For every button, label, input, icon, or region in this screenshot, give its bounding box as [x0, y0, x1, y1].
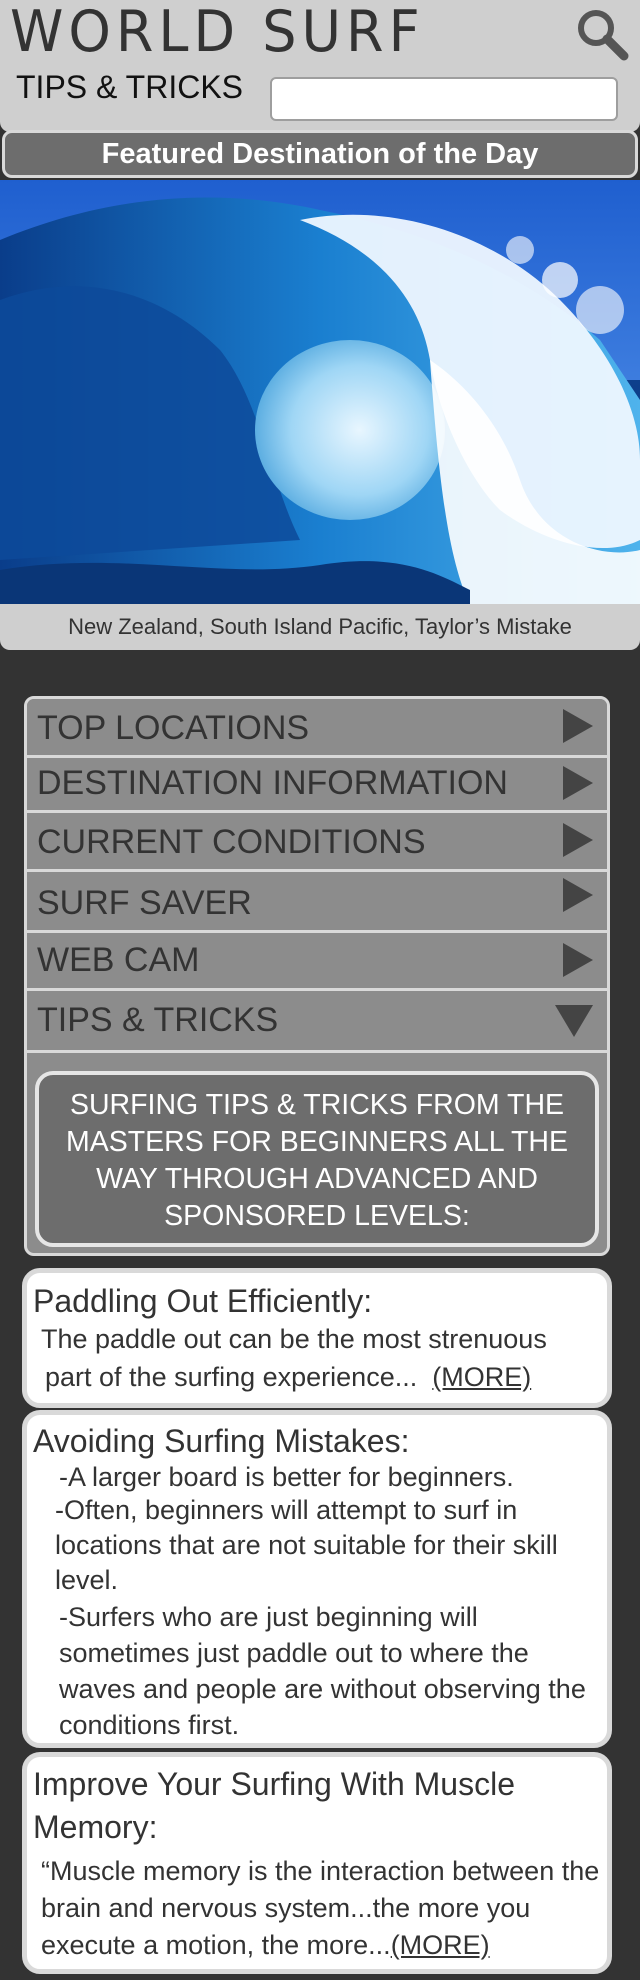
menu-item-surf-saver[interactable]: SURF SAVER — [27, 872, 607, 933]
arrow-right-icon — [563, 766, 593, 800]
tip-card-text: -Often, beginners will attempt to surf i… — [55, 1495, 558, 1595]
search-input[interactable] — [270, 77, 618, 121]
menu-item-label: DESTINATION INFORMATION — [37, 764, 508, 802]
tip-card-title: Avoiding Surfing Mistakes: — [33, 1423, 410, 1459]
site-title: WORLD SURF — [10, 0, 425, 65]
arrow-right-icon — [563, 709, 593, 743]
arrow-down-icon — [555, 1005, 593, 1037]
menu-item-web-cam[interactable]: WEB CAM — [27, 933, 607, 991]
menu-item-label: TOP LOCATIONS — [37, 709, 310, 747]
menu-item-tips-tricks[interactable]: TIPS & TRICKS — [27, 991, 607, 1053]
menu-item-label: CURRENT CONDITIONS — [37, 823, 426, 861]
navigation-menu: TOP LOCATIONS DESTINATION INFORMATION CU… — [24, 696, 610, 1256]
tip-card-text-line2: part of the surfing experience... (MORE) — [45, 1359, 531, 1396]
tip-card-paddling: Paddling Out Efficiently: The paddle out… — [22, 1268, 612, 1408]
featured-caption: New Zealand, South Island Pacific, Taylo… — [0, 604, 640, 650]
menu-item-current-conditions[interactable]: CURRENT CONDITIONS — [27, 813, 607, 872]
more-link[interactable]: (MORE) — [432, 1362, 531, 1392]
tip-card-text: The paddle out can be the most strenuous — [41, 1324, 547, 1354]
tip-card-text-block: “Muscle memory is the interaction betwee… — [41, 1853, 611, 1964]
ocean-wave-image — [0, 180, 640, 606]
tip-card-title: Improve Your Surfing With Muscle Memory: — [33, 1766, 515, 1845]
tip-card-text: -A larger board is better for beginners. — [59, 1462, 514, 1492]
site-subtitle: TIPS & TRICKS — [16, 69, 244, 105]
arrow-right-icon — [563, 943, 593, 977]
tip-card-title: Paddling Out Efficiently: — [33, 1283, 373, 1319]
menu-item-label: WEB CAM — [37, 941, 200, 979]
menu-item-destination-information[interactable]: DESTINATION INFORMATION — [27, 758, 607, 813]
header: WORLD SURF TIPS & TRICKS — [0, 0, 640, 132]
tip-card-mistakes: Avoiding Surfing Mistakes: -A larger boa… — [22, 1410, 612, 1748]
tip-card-text: part of the surfing experience... — [45, 1362, 418, 1392]
menu-item-label: SURF SAVER — [37, 884, 252, 922]
tip-card-text: “Muscle memory is the interaction betwee… — [41, 1856, 600, 1960]
tips-intro-panel: SURFING TIPS & TRICKS FROM THE MASTERS F… — [35, 1071, 599, 1247]
arrow-right-icon — [563, 823, 593, 857]
tip-card-muscle-memory: Improve Your Surfing With Muscle Memory:… — [22, 1752, 612, 1974]
featured-heading: Featured Destination of the Day — [2, 130, 638, 178]
menu-item-label: TIPS & TRICKS — [37, 1001, 279, 1039]
arrow-right-icon — [563, 878, 593, 912]
menu-item-top-locations[interactable]: TOP LOCATIONS — [27, 699, 607, 758]
tip-card-text: -Surfers who are just beginning will som… — [59, 1602, 586, 1740]
more-link[interactable]: (MORE) — [391, 1930, 490, 1960]
search-icon[interactable] — [574, 6, 630, 62]
